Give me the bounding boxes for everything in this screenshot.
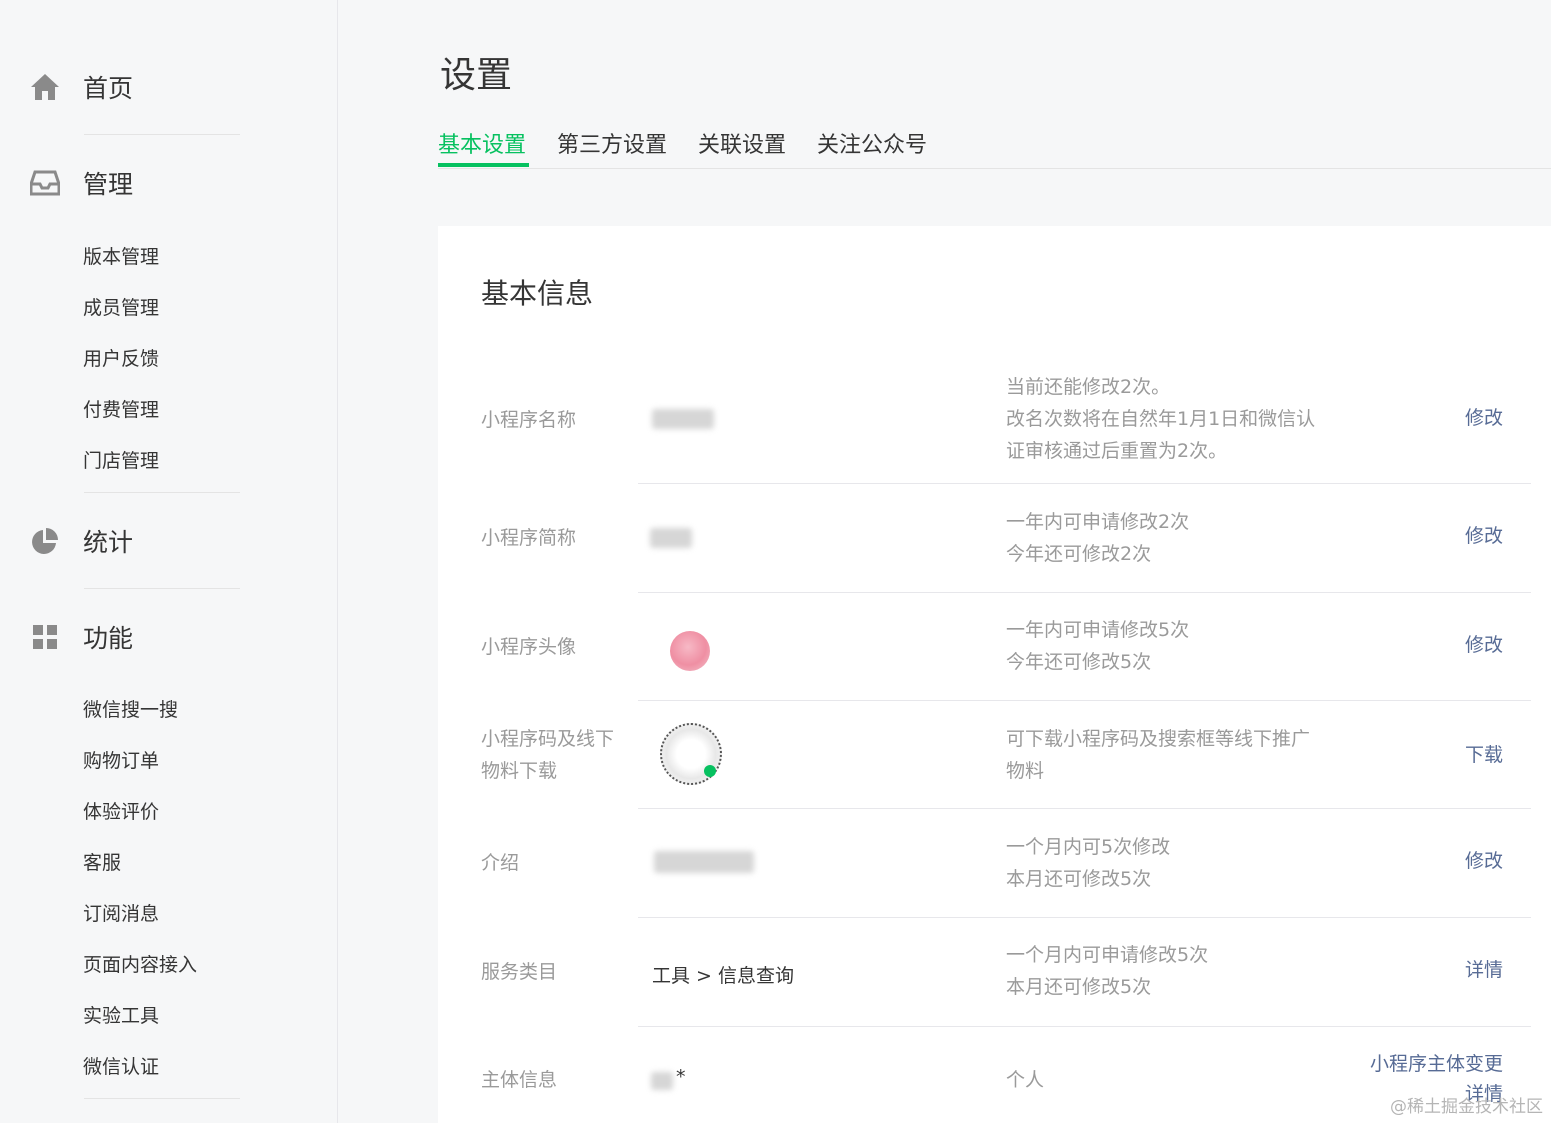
active-tab-indicator (438, 163, 529, 167)
nav-stats-label: 统计 (83, 528, 134, 557)
blurred-subject-value (651, 1072, 673, 1090)
row-desc-qrcode: 可下载小程序码及搜索框等线下推广 物料 (1006, 728, 1311, 782)
edit-intro-link[interactable]: 修改 (1465, 846, 1503, 876)
blurred-short-name-value (650, 528, 692, 548)
divider (638, 917, 1531, 918)
blurred-intro-value (654, 851, 754, 873)
sidebar-item-orders[interactable]: 购物订单 (83, 746, 159, 773)
divider (84, 492, 240, 493)
sidebar-item-feedback[interactable]: 用户反馈 (83, 344, 159, 371)
sidebar-item-reviews[interactable]: 体验评价 (83, 797, 159, 824)
row-label-avatar: 小程序头像 (481, 636, 577, 658)
page-title: 设置 (440, 55, 513, 96)
tab-follow-account[interactable]: 关注公众号 (817, 127, 927, 159)
inbox-icon (30, 168, 60, 198)
edit-avatar-link[interactable]: 修改 (1465, 630, 1503, 660)
pie-chart-icon (30, 526, 60, 556)
divider (84, 588, 240, 589)
row-desc-category: 一个月内可申请修改5次 本月还可修改5次 (1006, 944, 1209, 998)
sidebar-item-search[interactable]: 微信搜一搜 (83, 695, 178, 722)
divider (638, 483, 1531, 484)
subject-change-link[interactable]: 小程序主体变更 (1370, 1049, 1503, 1079)
divider (638, 1026, 1531, 1027)
nav-home[interactable]: 首页 (30, 72, 133, 103)
basic-info-card: 基本信息 小程序名称 当前还能修改2次。 改名次数将在自然年1月1日和微信认 证… (438, 226, 1551, 1123)
sidebar-item-store[interactable]: 门店管理 (83, 446, 159, 473)
row-desc-subject: 个人 (1006, 1069, 1045, 1091)
divider (84, 1098, 240, 1099)
row-label-name: 小程序名称 (481, 409, 577, 431)
nav-manage-label: 管理 (83, 170, 134, 199)
tab-basic-settings[interactable]: 基本设置 (438, 127, 529, 167)
nav-manage[interactable]: 管理 (30, 168, 133, 199)
edit-name-link[interactable]: 修改 (1465, 403, 1503, 433)
sidebar-item-subscribe[interactable]: 订阅消息 (83, 899, 159, 926)
card-title: 基本信息 (481, 277, 594, 310)
divider (638, 592, 1531, 593)
row-desc-avatar: 一年内可申请修改5次 今年还可修改5次 (1006, 619, 1190, 673)
sidebar-item-version[interactable]: 版本管理 (83, 242, 159, 269)
sidebar-item-members[interactable]: 成员管理 (83, 293, 159, 320)
nav-features-label: 功能 (83, 624, 134, 653)
row-label-short-name: 小程序简称 (481, 527, 577, 549)
divider (84, 134, 240, 135)
edit-short-name-link[interactable]: 修改 (1465, 521, 1503, 551)
row-label-subject: 主体信息 (481, 1069, 558, 1091)
download-qrcode-link[interactable]: 下载 (1465, 740, 1503, 770)
sidebar-item-payment[interactable]: 付费管理 (83, 395, 159, 422)
row-label-qrcode: 小程序码及线下物料下载 (481, 728, 615, 782)
blurred-name-value (652, 409, 714, 429)
row-desc-intro: 一个月内可5次修改 本月还可修改5次 (1006, 836, 1171, 890)
category-value: 工具 > 信息查询 (652, 965, 794, 987)
category-details-link[interactable]: 详情 (1465, 955, 1503, 985)
sidebar-item-service[interactable]: 客服 (83, 848, 121, 875)
divider (638, 700, 1531, 701)
subject-value: * (676, 1066, 686, 1088)
tab-association[interactable]: 关联设置 (698, 127, 786, 159)
sidebar-item-experiment[interactable]: 实验工具 (83, 1001, 159, 1028)
nav-home-label: 首页 (83, 74, 134, 103)
grid-icon (30, 622, 60, 652)
row-desc-short-name: 一年内可申请修改2次 今年还可修改2次 (1006, 511, 1190, 565)
tab-bar: 基本设置 第三方设置 关联设置 关注公众号 (438, 127, 1551, 169)
sidebar-item-verify[interactable]: 微信认证 (83, 1052, 159, 1079)
sidebar: 首页 管理 版本管理 成员管理 用户反馈 付费管理 门店管理 统计 功能 微信搜… (0, 0, 338, 1123)
watermark: @稀土掘金技术社区 (1390, 1097, 1543, 1117)
mini-program-avatar (670, 631, 710, 671)
row-desc-name: 当前还能修改2次。 改名次数将在自然年1月1日和微信认 证审核通过后重置为2次。 (1006, 376, 1316, 462)
row-label-intro: 介绍 (481, 852, 520, 874)
home-icon (30, 72, 60, 102)
nav-stats[interactable]: 统计 (30, 526, 133, 557)
mini-program-qrcode (660, 723, 722, 785)
sidebar-item-content[interactable]: 页面内容接入 (83, 950, 197, 977)
row-label-category: 服务类目 (481, 961, 558, 983)
wechat-badge-icon (704, 765, 716, 777)
nav-features[interactable]: 功能 (30, 622, 133, 653)
tab-third-party[interactable]: 第三方设置 (557, 127, 667, 159)
divider (638, 808, 1531, 809)
tab-label: 基本设置 (438, 133, 527, 158)
